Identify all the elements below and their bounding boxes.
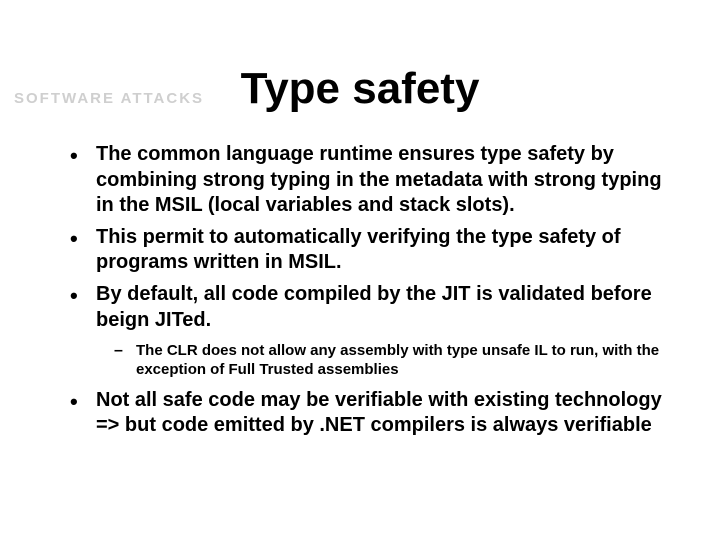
sub-bullet-list: The CLR does not allow any assembly with… bbox=[114, 341, 668, 379]
bullet-item: By default, all code compiled by the JIT… bbox=[70, 282, 668, 380]
bullet-text: By default, all code compiled by the JIT… bbox=[96, 283, 652, 331]
sub-bullet-item: The CLR does not allow any assembly with… bbox=[114, 341, 668, 379]
slide: Software attacks Type safety The common … bbox=[0, 64, 720, 540]
header-label: Software attacks bbox=[14, 90, 204, 107]
bullet-item: The common language runtime ensures type… bbox=[70, 142, 668, 219]
bullet-item: This permit to automatically verifying t… bbox=[70, 225, 668, 276]
bullet-list: The common language runtime ensures type… bbox=[70, 142, 668, 439]
bullet-item: Not all safe code may be verifiable with… bbox=[70, 388, 668, 439]
